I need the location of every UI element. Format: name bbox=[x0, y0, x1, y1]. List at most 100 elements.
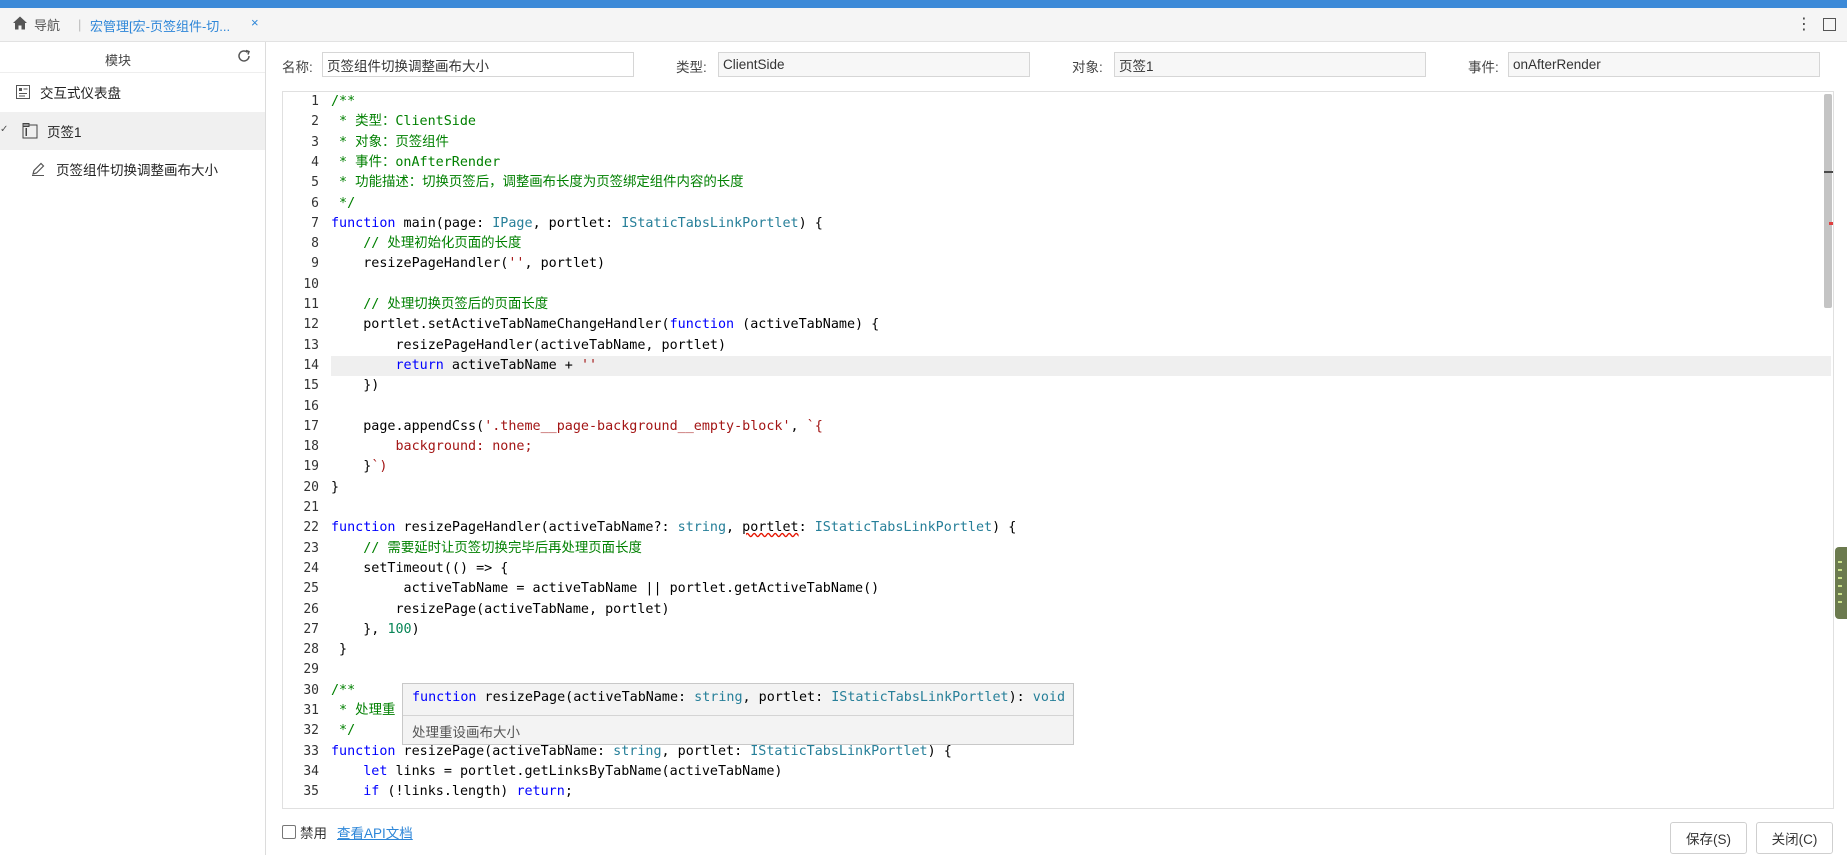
line-number: 1 bbox=[311, 94, 319, 109]
line-number: 7 bbox=[311, 215, 319, 231]
code-line: background: none; bbox=[331, 439, 533, 455]
home-icon bbox=[12, 15, 28, 34]
type-input[interactable] bbox=[718, 52, 1030, 77]
code-line: resizePage(activeTabName, portlet) bbox=[331, 601, 670, 617]
line-number: 29 bbox=[303, 662, 319, 678]
code-line: portlet.setActiveTabNameChangeHandler(fu… bbox=[331, 317, 880, 333]
disable-checkbox[interactable] bbox=[282, 825, 296, 839]
script-pen-icon bbox=[29, 160, 47, 178]
collapse-caret-icon[interactable]: ✓ bbox=[0, 124, 8, 135]
line-number: 5 bbox=[311, 175, 319, 191]
code-line: function resizePageHandler(activeTabName… bbox=[331, 520, 1017, 536]
code-line: resizePageHandler(activeTabName, portlet… bbox=[331, 337, 727, 353]
line-number: 3 bbox=[311, 134, 319, 150]
code-line: } bbox=[331, 642, 348, 658]
tooltip-doc: 处理重设画布大小 bbox=[412, 725, 520, 740]
object-input[interactable] bbox=[1114, 52, 1426, 77]
line-number: 17 bbox=[303, 418, 319, 434]
sidebar-title: 模块 bbox=[104, 53, 131, 68]
tooltip-signature: function resizePage(activeTabName: strin… bbox=[412, 690, 1066, 705]
tab-bar: 导航 | 宏管理[宏-页签组件-切... × ⋮ bbox=[0, 8, 1847, 42]
code-line: /** bbox=[331, 94, 356, 109]
refresh-icon[interactable] bbox=[236, 48, 252, 64]
sidebar-item-macro-script[interactable]: 页签组件切换调整画布大小 bbox=[0, 150, 265, 188]
tab-page-icon bbox=[21, 122, 39, 140]
line-number: 9 bbox=[311, 256, 319, 272]
code-line: page.appendCss('.theme__page-background_… bbox=[331, 418, 823, 434]
code-line: */ bbox=[331, 723, 356, 739]
code-line: * 处理重 bbox=[331, 703, 396, 718]
line-number: 19 bbox=[303, 459, 319, 475]
code-line: * 功能描述：切换页签后，调整画布长度为页签绑定组件内容的长度 bbox=[331, 175, 744, 191]
code-line: setTimeout(() => { bbox=[331, 560, 509, 576]
code-line: activeTabName = activeTabName || portlet… bbox=[331, 581, 880, 597]
line-number: 21 bbox=[303, 500, 319, 515]
line-number: 26 bbox=[303, 601, 319, 617]
api-docs-link[interactable]: 查看API文档 bbox=[337, 822, 413, 842]
disable-label: 禁用 bbox=[300, 826, 327, 841]
line-number: 35 bbox=[303, 784, 319, 800]
line-number: 2 bbox=[311, 114, 319, 130]
code-line: * 事件：onAfterRender bbox=[331, 154, 501, 170]
type-label: 类型: bbox=[676, 60, 707, 75]
top-accent-bar bbox=[0, 0, 1847, 8]
event-input[interactable] bbox=[1508, 52, 1820, 77]
line-number: 27 bbox=[303, 621, 319, 637]
line-number: 34 bbox=[303, 763, 319, 779]
sidebar-item-label: 页签组件切换调整画布大小 bbox=[56, 163, 218, 178]
code-line: * 类型：ClientSide bbox=[331, 114, 476, 130]
code-line: if (!links.length) return; bbox=[363, 784, 573, 800]
sidebar-item-dashboard[interactable]: 交互式仪表盘 bbox=[0, 73, 265, 111]
code-line: } bbox=[331, 479, 340, 495]
code-line: }) bbox=[331, 378, 380, 394]
tooltip-divider bbox=[403, 715, 1073, 716]
close-button[interactable]: 关闭(C) bbox=[1756, 822, 1833, 854]
code-line: let links = portlet.getLinksByTabName(ac… bbox=[363, 763, 783, 779]
line-number: 12 bbox=[303, 317, 319, 333]
code-line: /** bbox=[331, 682, 356, 698]
save-button[interactable]: 保存(S) bbox=[1670, 822, 1747, 854]
line-number-gutter: 1 2 3 4 5 6 7 8 9 10 11 12 13 14 15 16 17 18 19 20 21 22 23 24 2… bbox=[283, 92, 323, 808]
line-number: 25 bbox=[303, 581, 319, 597]
line-number: 10 bbox=[303, 276, 319, 292]
hover-tooltip: function resizePage(activeTabName: strin… bbox=[402, 683, 1074, 745]
line-number: 22 bbox=[303, 520, 319, 536]
line-number: 23 bbox=[303, 540, 319, 556]
home-nav[interactable]: 导航 bbox=[12, 15, 60, 34]
editor-scrollbar[interactable] bbox=[1824, 94, 1832, 308]
line-number: 32 bbox=[303, 723, 319, 739]
more-vertical-icon[interactable]: ⋮ bbox=[1796, 14, 1812, 34]
sidebar-item-tab1[interactable]: ✓ 页签1 bbox=[0, 112, 265, 150]
line-number: 20 bbox=[303, 479, 319, 495]
close-tab-icon[interactable]: × bbox=[251, 15, 259, 30]
code-line: // 需要延时让页签切换完毕后再处理页面长度 bbox=[331, 540, 642, 556]
code-line: function main(page: IPage, portlet: ISta… bbox=[331, 215, 823, 231]
tab-macro-manager[interactable]: 宏管理[宏-页签组件-切... bbox=[90, 16, 230, 35]
editor-footer: 禁用 查看API文档 bbox=[282, 822, 413, 842]
sidebar-item-label: 页签1 bbox=[47, 125, 82, 140]
name-input[interactable] bbox=[322, 52, 634, 77]
code-line: */ bbox=[331, 195, 356, 211]
module-sidebar: 模块 交互式仪表盘 ✓ 页签1 页签组件切换调整画布大小 bbox=[0, 42, 266, 855]
code-line: }`) bbox=[331, 459, 388, 475]
event-label: 事件: bbox=[1468, 60, 1499, 75]
line-number: 31 bbox=[303, 703, 319, 718]
line-number: 16 bbox=[303, 398, 319, 414]
line-number: 6 bbox=[311, 195, 319, 211]
line-number: 4 bbox=[311, 154, 319, 170]
code-line: }, 100) bbox=[331, 621, 420, 637]
code-line: return activeTabName + '' bbox=[395, 357, 598, 373]
sidebar-item-label: 交互式仪表盘 bbox=[40, 86, 121, 101]
overview-ruler-error-marker bbox=[1829, 222, 1833, 225]
side-widget-handle[interactable] bbox=[1835, 547, 1847, 619]
code-line: * 对象：页签组件 bbox=[331, 134, 449, 150]
sidebar-header: 模块 bbox=[0, 42, 265, 73]
maximize-icon[interactable] bbox=[1823, 18, 1836, 31]
line-number: 14 bbox=[303, 357, 319, 373]
macro-properties: 名称: 类型: 对象: 事件: bbox=[266, 48, 1846, 82]
line-number: 15 bbox=[303, 378, 319, 394]
line-number: 33 bbox=[303, 743, 319, 759]
name-label: 名称: bbox=[282, 60, 313, 75]
code-line: // 处理初始化页面的长度 bbox=[331, 236, 522, 252]
line-number: 28 bbox=[303, 642, 319, 658]
